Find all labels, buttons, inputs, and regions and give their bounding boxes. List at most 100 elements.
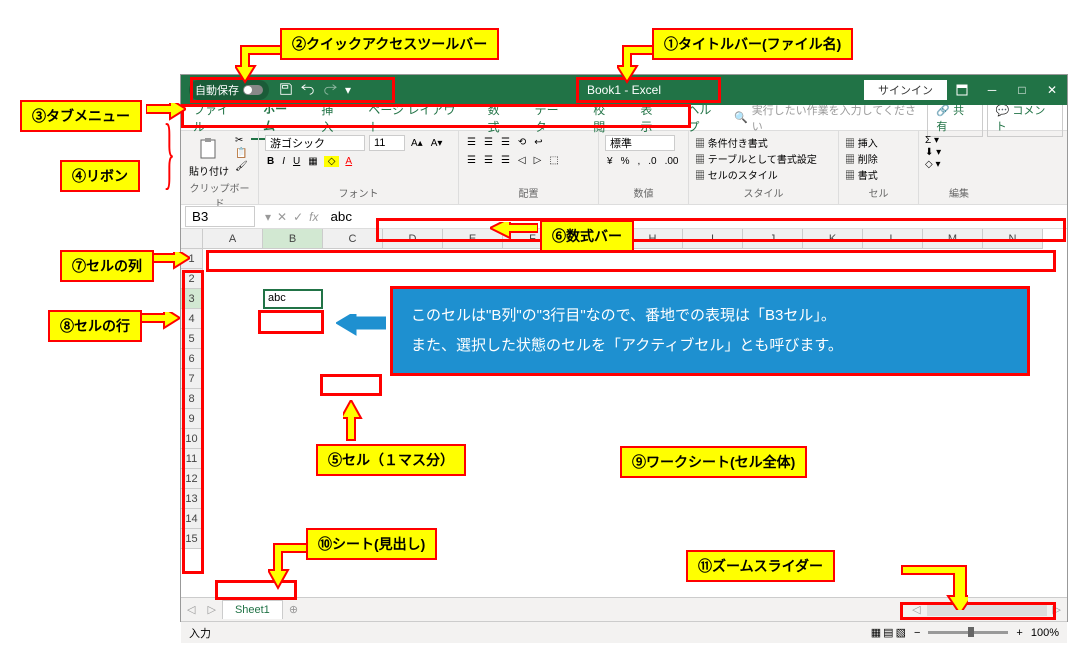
undo-icon[interactable] (301, 82, 315, 99)
normal-view-icon[interactable]: ▦ (871, 626, 881, 639)
row-header-2[interactable]: 2 (181, 269, 203, 289)
number-format-select[interactable] (605, 135, 675, 151)
col-header-L[interactable]: L (863, 229, 923, 249)
sheet-nav-next-icon[interactable]: ▷ (201, 603, 221, 616)
align-center-icon[interactable]: ☰ (482, 153, 495, 168)
orientation-icon[interactable]: ⟲ (516, 135, 528, 150)
cut-icon[interactable]: ✂ (235, 135, 248, 146)
row-header-7[interactable]: 7 (181, 369, 203, 389)
row-header-9[interactable]: 9 (181, 409, 203, 429)
row-header-5[interactable]: 5 (181, 329, 203, 349)
row-header-12[interactable]: 12 (181, 469, 203, 489)
row-header-11[interactable]: 11 (181, 449, 203, 469)
conditional-format-button[interactable]: ▦ 条件付き書式 (695, 135, 768, 150)
zoom-level[interactable]: 100% (1031, 627, 1059, 639)
close-button[interactable]: ✕ (1037, 75, 1067, 105)
paste-button[interactable]: 貼り付け (187, 135, 231, 180)
bold-button[interactable]: B (265, 154, 276, 169)
row-header-6[interactable]: 6 (181, 349, 203, 369)
fx-icon[interactable]: fx (309, 210, 318, 224)
fill-color-button[interactable]: ◇ (324, 156, 340, 167)
cell-B3[interactable]: abc (263, 289, 323, 309)
expand-formula-icon[interactable]: ⌄ (1045, 210, 1067, 224)
row-header-13[interactable]: 13 (181, 489, 203, 509)
zoom-slider[interactable] (928, 631, 1008, 634)
fill-button[interactable]: ⬇ ▾ (925, 147, 941, 158)
qat-dropdown-icon[interactable]: ▾ (345, 83, 351, 97)
underline-button[interactable]: U (291, 154, 302, 169)
row-header-4[interactable]: 4 (181, 309, 203, 329)
col-header-C[interactable]: C (323, 229, 383, 249)
format-as-table-button[interactable]: ▦ テーブルとして書式設定 (695, 151, 817, 166)
row-header-14[interactable]: 14 (181, 509, 203, 529)
row-header-15[interactable]: 15 (181, 529, 203, 549)
align-top-icon[interactable]: ☰ (465, 135, 478, 150)
format-cells-button[interactable]: ▦ 書式 (845, 167, 878, 182)
wrap-text-icon[interactable]: ↩ (532, 135, 544, 150)
row-header-10[interactable]: 10 (181, 429, 203, 449)
insert-cells-button[interactable]: ▦ 挿入 (845, 135, 878, 150)
copy-icon[interactable]: 📋 (235, 148, 248, 159)
increase-decimal-icon[interactable]: .0 (646, 154, 658, 169)
maximize-button[interactable]: □ (1007, 75, 1037, 105)
clear-button[interactable]: ◇ ▾ (925, 159, 941, 170)
autosum-button[interactable]: Σ ▾ (925, 135, 939, 146)
align-middle-icon[interactable]: ☰ (482, 135, 495, 150)
font-color-button[interactable]: A (343, 154, 354, 169)
cell-styles-button[interactable]: ▦ セルのスタイル (695, 167, 778, 182)
autosave-label: 自動保存 (195, 82, 239, 98)
percent-icon[interactable]: % (619, 154, 632, 169)
annotation-zoom: ⑪ズームスライダー (686, 550, 835, 582)
annotation-row: ⑧セルの行 (48, 310, 142, 342)
name-box[interactable] (185, 206, 255, 227)
row-header-8[interactable]: 8 (181, 389, 203, 409)
col-header-A[interactable]: A (203, 229, 263, 249)
decrease-font-icon[interactable]: A▾ (429, 136, 445, 151)
zoom-in-button[interactable]: + (1016, 627, 1022, 639)
col-header-D[interactable]: D (383, 229, 443, 249)
increase-indent-icon[interactable]: ▷ (532, 153, 544, 168)
editing-group-label: 編集 (925, 185, 993, 200)
minimize-button[interactable]: ─ (977, 75, 1007, 105)
name-box-dropdown-icon[interactable]: ▾ (265, 210, 271, 224)
align-right-icon[interactable]: ☰ (499, 153, 512, 168)
decrease-indent-icon[interactable]: ◁ (516, 153, 528, 168)
enter-icon[interactable]: ✓ (293, 210, 303, 224)
page-break-view-icon[interactable]: ▧ (896, 626, 906, 639)
col-header-N[interactable]: N (983, 229, 1043, 249)
col-header-M[interactable]: M (923, 229, 983, 249)
align-bottom-icon[interactable]: ☰ (499, 135, 512, 150)
format-painter-icon[interactable]: 🖌 (235, 161, 248, 172)
increase-font-icon[interactable]: A▴ (409, 136, 425, 151)
page-layout-view-icon[interactable]: ▤ (883, 626, 893, 639)
row-header-3[interactable]: 3 (181, 289, 203, 309)
font-size-select[interactable] (369, 135, 405, 151)
search-placeholder: 実行したい作業を入力してください (752, 102, 920, 134)
col-header-B[interactable]: B (263, 229, 323, 249)
zoom-out-button[interactable]: − (914, 627, 920, 639)
sheet-tab-sheet1[interactable]: Sheet1 (222, 600, 283, 619)
tell-me-search[interactable]: 🔍 実行したい作業を入力してください (734, 102, 927, 134)
select-all-button[interactable] (181, 229, 203, 249)
comma-icon[interactable]: , (635, 154, 642, 169)
hscroll-right-icon[interactable]: ▷ (1047, 603, 1067, 616)
italic-button[interactable]: I (280, 154, 287, 169)
border-button[interactable]: ▦ (306, 154, 319, 169)
currency-icon[interactable]: ¥ (605, 154, 615, 169)
ribbon-display-icon[interactable] (947, 75, 977, 105)
formula-input[interactable] (325, 207, 1045, 226)
delete-cells-button[interactable]: ▦ 削除 (845, 151, 878, 166)
cancel-icon[interactable]: ✕ (277, 210, 287, 224)
col-header-J[interactable]: J (743, 229, 803, 249)
redo-icon[interactable] (323, 82, 337, 99)
font-name-select[interactable] (265, 135, 365, 151)
new-sheet-icon[interactable]: ⊕ (283, 603, 304, 616)
decrease-decimal-icon[interactable]: .00 (663, 154, 681, 169)
align-left-icon[interactable]: ☰ (465, 153, 478, 168)
col-header-I[interactable]: I (683, 229, 743, 249)
signin-button[interactable]: サインイン (864, 80, 947, 100)
explanation-callout: このセルは"B列"の"3行目"なので、番地での表現は「B3セル」。 また、選択し… (390, 286, 1030, 376)
merge-icon[interactable]: ⬚ (547, 153, 560, 168)
col-header-K[interactable]: K (803, 229, 863, 249)
sheet-nav-prev-icon[interactable]: ◁ (181, 603, 201, 616)
